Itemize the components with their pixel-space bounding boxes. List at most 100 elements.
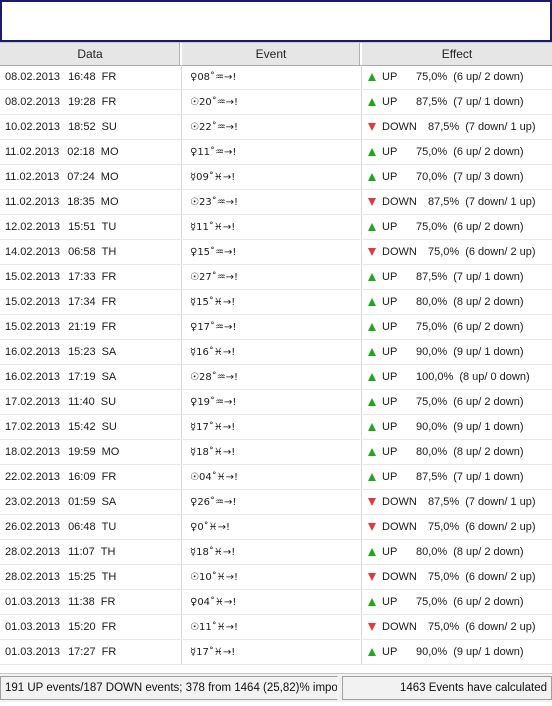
triangle-up-icon	[368, 648, 376, 656]
effect-direction: UP	[382, 221, 398, 233]
time-text: 15:51	[68, 221, 96, 233]
triangle-down-icon	[368, 573, 376, 581]
table-row[interactable]: 01.03.2013 15:20 FR ☉11˚♓→! DOWN 75,0% (6 down…	[0, 615, 552, 640]
triangle-up-icon	[368, 273, 376, 281]
effect-percent: 87,5%	[416, 96, 448, 108]
table-row[interactable]: 01.03.2013 11:38 FR ♀04˚♓→! UP 75,0% (6 up/ 2 …	[0, 590, 552, 615]
column-header-event[interactable]: Event	[182, 43, 362, 65]
triangle-down-icon	[368, 523, 376, 531]
table-row[interactable]: 11.02.2013 02:18 MO ♀11˚♒→! UP 75,0% (6 up/ 2 …	[0, 140, 552, 165]
cell-effect: DOWN 75,0% (6 down/ 2 up)	[362, 515, 552, 539]
cell-effect: UP 75,0% (6 up/ 2 down)	[362, 315, 552, 339]
effect-direction: DOWN	[382, 621, 417, 633]
effect-percent: 87,5%	[428, 496, 460, 508]
time-text: 15:20	[68, 621, 96, 633]
time-text: 15:23	[68, 346, 96, 358]
effect-percent: 87,5%	[428, 121, 460, 133]
effect-direction: UP	[382, 446, 398, 458]
table-row[interactable]: 15.02.2013 21:19 FR ♀17˚♒→! UP 75,0% (6 up/ 2 …	[0, 315, 552, 340]
triangle-down-icon	[368, 623, 376, 631]
triangle-up-icon	[368, 598, 376, 606]
weekday-text: TU	[101, 221, 117, 233]
table-row[interactable]: 15.02.2013 17:34 FR ☿15˚♓→! UP 80,0% (8 up/ 2 …	[0, 290, 552, 315]
table-row[interactable]: 26.02.2013 06:48 TU ♀0˚♓→! DOWN 75,0% (6 down/…	[0, 515, 552, 540]
cell-date: 15.02.2013 17:34 FR	[0, 290, 182, 314]
time-text: 19:59	[68, 446, 96, 458]
table-row[interactable]: 11.02.2013 07:24 MO ☿09˚♓→! UP 70,0% (7 up/ 3 …	[0, 165, 552, 190]
effect-direction: UP	[382, 296, 398, 308]
triangle-up-icon	[368, 173, 376, 181]
time-text: 07:24	[67, 171, 95, 183]
table-row[interactable]: 28.02.2013 15:25 TH ☉10˚♓→! DOWN 75,0% (6 down…	[0, 565, 552, 590]
effect-counts: (7 down/ 1 up)	[465, 121, 536, 133]
triangle-up-icon	[368, 448, 376, 456]
triangle-up-icon	[368, 548, 376, 556]
cell-effect: UP 75,0% (6 up/ 2 down)	[362, 215, 552, 239]
table-row[interactable]: 12.02.2013 15:51 TU ☿11˚♓→! UP 75,0% (6 up/ 2 …	[0, 215, 552, 240]
effect-direction: UP	[382, 396, 398, 408]
weekday-text: FR	[101, 621, 117, 633]
cell-effect: DOWN 87,5% (7 down/ 1 up)	[362, 190, 552, 214]
status-bar: 191 UP events/187 DOWN events; 378 from …	[0, 673, 552, 702]
cell-event: ☉04˚♓→!	[182, 465, 362, 489]
effect-percent: 90,0%	[416, 421, 448, 433]
column-header-effect[interactable]: Effect	[362, 43, 552, 65]
table-row[interactable]: 17.02.2013 15:42 SU ☿17˚♓→! UP 90,0% (9 up/ 1 …	[0, 415, 552, 440]
column-header-data[interactable]: Data	[0, 43, 182, 65]
table-row[interactable]: 14.02.2013 06:58 TH ♀15˚♒→! DOWN 75,0% (6 down…	[0, 240, 552, 265]
time-text: 16:48	[68, 71, 96, 83]
table-row[interactable]: 10.02.2013 18:52 SU ☉22˚♒→! DOWN 87,5% (7 down…	[0, 115, 552, 140]
triangle-up-icon	[368, 98, 376, 106]
time-text: 17:33	[68, 271, 96, 283]
table-row[interactable]: 11.02.2013 18:35 MO ☉23˚♒→! DOWN 87,5% (7 down…	[0, 190, 552, 215]
table-row[interactable]: 16.02.2013 15:23 SA ☿16˚♓→! UP 90,0% (9 up/ 1 …	[0, 340, 552, 365]
effect-percent: 80,0%	[416, 296, 448, 308]
cell-date: 01.03.2013 15:20 FR	[0, 615, 182, 639]
effect-percent: 80,0%	[416, 546, 448, 558]
effect-direction: UP	[382, 271, 398, 283]
weekday-text: SA	[101, 371, 117, 383]
table-row[interactable]: 08.02.2013 16:48 FR ♀08˚♒→! UP 75,0% (6 up/ 2 …	[0, 65, 552, 90]
effect-percent: 75,0%	[428, 521, 460, 533]
effect-percent: 90,0%	[416, 646, 448, 658]
effect-counts: (9 up/ 1 down)	[453, 421, 524, 433]
cell-date: 14.02.2013 06:58 TH	[0, 240, 182, 264]
cell-date: 01.03.2013 17:27 FR	[0, 640, 182, 664]
table-row[interactable]: 15.02.2013 17:33 FR ☉27˚♒→! UP 87,5% (7 up/ 1 …	[0, 265, 552, 290]
effect-counts: (6 up/ 2 down)	[453, 396, 524, 408]
effect-percent: 75,0%	[416, 396, 448, 408]
grid-header: Data Event Effect	[0, 42, 552, 66]
date-text: 14.02.2013	[5, 246, 61, 258]
date-text: 16.02.2013	[5, 371, 61, 383]
weekday-text: FR	[101, 321, 117, 333]
cell-effect: UP 87,5% (7 up/ 1 down)	[362, 90, 552, 114]
table-row[interactable]: 23.02.2013 01:59 SA ♀26˚♒→! DOWN 87,5% (7 down…	[0, 490, 552, 515]
effect-direction: DOWN	[382, 246, 417, 258]
weekday-text: TH	[101, 246, 117, 258]
table-row[interactable]: 22.02.2013 16:09 FR ☉04˚♓→! UP 87,5% (7 up/ 1 …	[0, 465, 552, 490]
cell-date: 11.02.2013 07:24 MO	[0, 165, 182, 189]
cell-date: 16.02.2013 15:23 SA	[0, 340, 182, 364]
cell-date: 26.02.2013 06:48 TU	[0, 515, 182, 539]
effect-counts: (8 up/ 2 down)	[453, 546, 524, 558]
table-row[interactable]: 08.02.2013 19:28 FR ☉20˚♒→! UP 87,5% (7 up/ 1 …	[0, 90, 552, 115]
cell-event: ☉10˚♓→!	[182, 565, 362, 589]
cell-date: 18.02.2013 19:59 MO	[0, 440, 182, 464]
date-text: 28.02.2013	[5, 571, 61, 583]
table-row[interactable]: 17.02.2013 11:40 SU ♀19˚♒→! UP 75,0% (6 up/ 2 …	[0, 390, 552, 415]
table-row[interactable]: 28.02.2013 11:07 TH ☿18˚♓→! UP 80,0% (8 up/ 2 …	[0, 540, 552, 565]
events-grid[interactable]: 08.02.2013 16:48 FR ♀08˚♒→! UP 75,0% (6 up/ 2 …	[0, 65, 552, 670]
time-text: 15:42	[68, 421, 96, 433]
triangle-down-icon	[368, 498, 376, 506]
cell-effect: DOWN 87,5% (7 down/ 1 up)	[362, 490, 552, 514]
cell-effect: UP 90,0% (9 up/ 1 down)	[362, 340, 552, 364]
cell-effect: UP 87,5% (7 up/ 1 down)	[362, 265, 552, 289]
table-row[interactable]: 01.03.2013 17:27 FR ☿17˚♓→! UP 90,0% (9 up/ 1 …	[0, 640, 552, 665]
table-row[interactable]: 16.02.2013 17:19 SA ☉28˚♒→! UP 100,0% (8 up/ 0…	[0, 365, 552, 390]
effect-direction: DOWN	[382, 521, 417, 533]
triangle-up-icon	[368, 323, 376, 331]
cell-effect: UP 80,0% (8 up/ 2 down)	[362, 540, 552, 564]
weekday-text: FR	[101, 296, 117, 308]
effect-direction: UP	[382, 371, 398, 383]
table-row[interactable]: 18.02.2013 19:59 MO ☿18˚♓→! UP 80,0% (8 up/ 2 …	[0, 440, 552, 465]
